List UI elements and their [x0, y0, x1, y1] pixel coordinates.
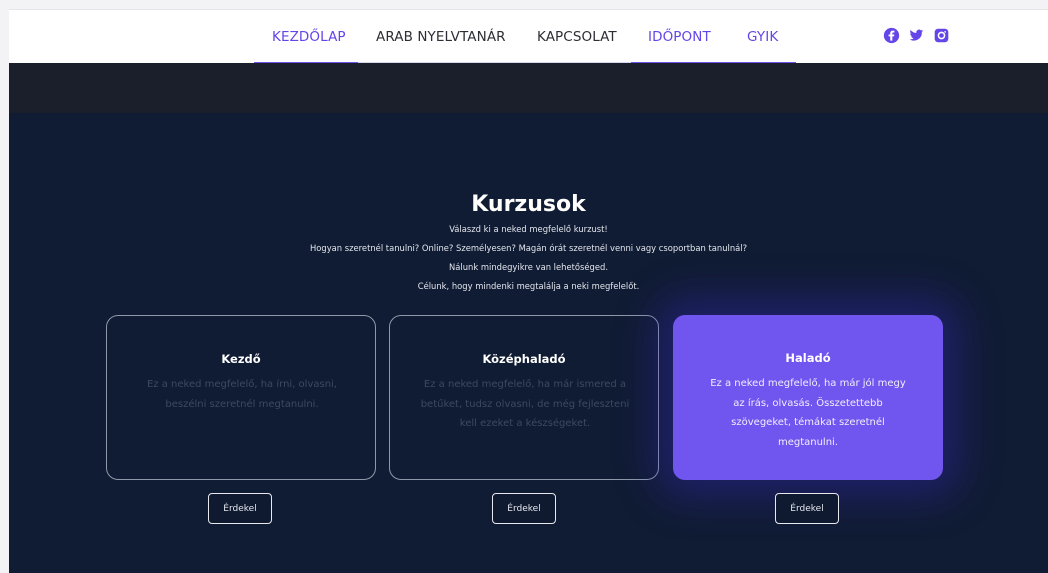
erdekel-button-halado[interactable]: Érdekel [775, 493, 839, 524]
erdekel-button-kezdo[interactable]: Érdekel [208, 493, 272, 524]
nav-item-kezdolap[interactable]: KEZDŐLAP [272, 29, 346, 45]
instagram-icon[interactable] [933, 27, 950, 44]
top-navbar: KEZDŐLAP ARAB NYELVTANÁR KAPCSOLAT IDŐPO… [9, 9, 1048, 64]
course-card-text: Ez a neked megfelelő, ha már jól megy az… [710, 378, 906, 448]
course-card-kozephalado: Középhaladó Ez a neked megfelelő, ha már… [389, 315, 659, 480]
erdekel-button-kozephalado[interactable]: Érdekel [492, 493, 556, 524]
courses-intro-line: Hogyan szeretnél tanulni? Online? Személ… [309, 243, 748, 253]
page: KEZDŐLAP ARAB NYELVTANÁR KAPCSOLAT IDŐPO… [9, 9, 1048, 573]
nav-item-arab-nyelvtanar[interactable]: ARAB NYELVTANÁR [376, 29, 506, 45]
courses-intro-line: Nálunk mindegyikre van lehetőséged. [448, 262, 608, 272]
social-links [883, 27, 950, 45]
course-card-text: Ez a neked megfelelő, ha írni, olvasni, … [146, 379, 338, 410]
course-card-title: Középhaladó [482, 352, 566, 366]
course-card-halado: Haladó Ez a neked megfelelő, ha már jól … [673, 315, 943, 480]
facebook-icon[interactable] [883, 27, 900, 44]
courses-intro-line: Célunk, hogy mindenki megtalálja a neki … [417, 281, 640, 291]
hero-band [9, 63, 1048, 113]
course-card-title: Kezdő [221, 352, 261, 366]
nav-item-idopont[interactable]: IDŐPONT [648, 29, 711, 45]
course-card-title: Haladó [785, 351, 831, 365]
course-card-kezdo: Kezdő Ez a neked megfelelő, ha írni, olv… [106, 315, 376, 480]
courses-title: Kurzusok [471, 192, 586, 217]
course-card-text: Ez a neked megfelelő, ha már ismered a b… [420, 379, 630, 429]
nav-item-kapcsolat[interactable]: KAPCSOLAT [537, 29, 617, 45]
nav-item-gyik[interactable]: GYIK [747, 29, 778, 45]
courses-intro-line: Válaszd ki a neked megfelelő kurzust! [449, 224, 608, 234]
twitter-icon[interactable] [908, 27, 925, 44]
